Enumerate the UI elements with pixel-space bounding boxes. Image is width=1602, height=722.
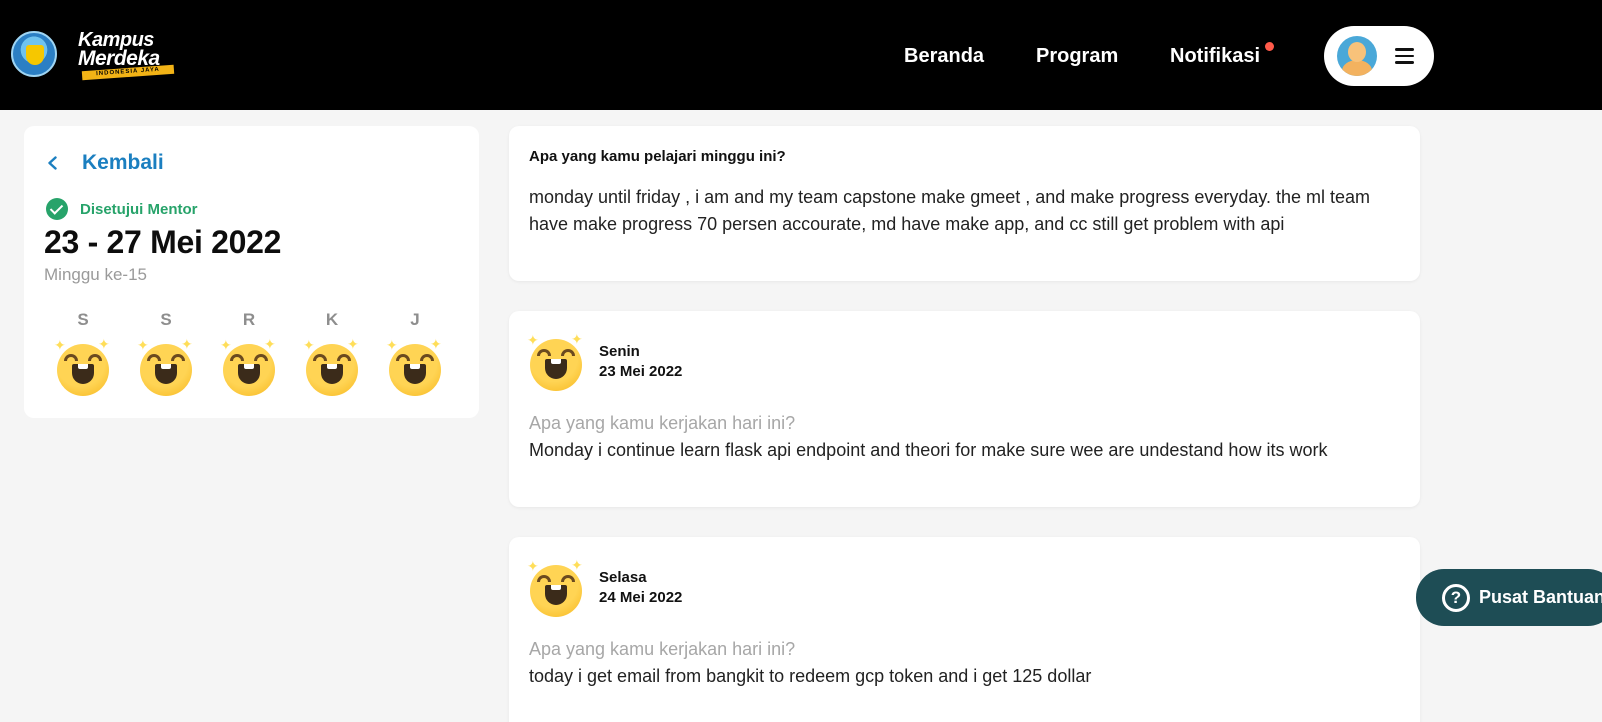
day-letter: J <box>410 310 420 329</box>
nav-beranda[interactable]: Beranda <box>904 44 984 68</box>
day-letter: S <box>160 310 172 329</box>
avatar <box>1337 36 1377 76</box>
week-date-range: 23 - 27 Mei 2022 <box>44 224 282 260</box>
question-circle-icon: ? <box>1442 583 1470 612</box>
check-circle-icon <box>46 198 68 220</box>
entry-day: Senin <box>599 343 640 360</box>
entry-mood: ✦ ✦ <box>527 332 583 391</box>
day-column: S ✦ ✦ <box>54 308 110 396</box>
day-column: S ✦ ✦ <box>137 308 193 396</box>
kampus-merdeka-logo[interactable]: Kampus Merdeka INDONESIA JAYA <box>78 30 176 82</box>
top-navigation-bar: Kampus Merdeka INDONESIA JAYA Beranda Pr… <box>0 0 1602 110</box>
star-struck-emoji-icon: ✦ ✦ <box>137 337 193 396</box>
weekly-answer: monday until friday , i am and my team c… <box>529 187 1371 234</box>
back-label: Kembali <box>82 151 164 174</box>
approval-status: Disetujui Mentor <box>46 198 198 220</box>
week-summary-card: Kembali Disetujui Mentor 23 - 27 Mei 202… <box>24 126 479 418</box>
daily-entry-card: ✦ ✦ Selasa 24 Mei 2022 Apa yang kamu kerj… <box>509 537 1420 722</box>
entry-date: 24 Mei 2022 <box>599 589 683 606</box>
day-letter: R <box>242 310 256 329</box>
week-number: Minggu ke-15 <box>44 265 148 284</box>
daily-mood-row: S ✦ ✦ S ✦ ✦ R ✦ ✦ K ✦ ✦ J ✦ ✦ <box>54 308 456 398</box>
daily-entry-card: ✦ ✦ Senin 23 Mei 2022 Apa yang kamu kerja… <box>509 311 1420 507</box>
star-struck-emoji-icon: ✦ ✦ <box>220 337 276 396</box>
entry-mood: ✦ ✦ <box>527 558 583 617</box>
entry-date: 23 Mei 2022 <box>599 363 683 380</box>
day-column: K ✦ ✦ <box>303 308 359 396</box>
entry-question: Apa yang kamu kerjakan hari ini? <box>529 639 796 659</box>
nav-program[interactable]: Program <box>1036 44 1118 68</box>
weekly-question: Apa yang kamu pelajari minggu ini? <box>529 148 786 165</box>
help-center-button[interactable]: ? Pusat Bantuan <box>1416 569 1602 626</box>
day-column: J ✦ ✦ <box>386 308 442 396</box>
nav-notifikasi[interactable]: Notifikasi <box>1170 44 1260 68</box>
entry-answer: today i get email from bangkit to redeem… <box>529 666 1092 686</box>
star-struck-emoji-icon: ✦ ✦ <box>303 337 359 396</box>
day-column: R ✦ ✦ <box>220 308 276 396</box>
star-struck-emoji-icon: ✦ ✦ <box>527 332 583 391</box>
star-struck-emoji-icon: ✦ ✦ <box>54 337 110 396</box>
star-struck-emoji-icon: ✦ ✦ <box>386 337 442 396</box>
hamburger-menu-icon <box>1395 48 1415 64</box>
entry-question: Apa yang kamu kerjakan hari ini? <box>529 413 796 433</box>
notification-dot-icon <box>1265 42 1274 51</box>
help-center-label: Pusat Bantuan <box>1479 587 1602 607</box>
user-menu-button[interactable] <box>1324 26 1434 86</box>
back-button[interactable]: Kembali <box>46 148 164 178</box>
chevron-left-icon <box>48 156 57 170</box>
tut-wuri-handayani-logo-icon[interactable] <box>11 31 57 77</box>
approval-status-label: Disetujui Mentor <box>80 200 198 218</box>
day-letter: S <box>77 310 89 329</box>
entry-answer: Monday i continue learn flask api endpoi… <box>529 440 1328 460</box>
weekly-learning-card: Apa yang kamu pelajari minggu ini? monda… <box>509 126 1420 281</box>
day-letter: K <box>325 310 339 329</box>
star-struck-emoji-icon: ✦ ✦ <box>527 558 583 617</box>
entry-day: Selasa <box>599 569 647 586</box>
